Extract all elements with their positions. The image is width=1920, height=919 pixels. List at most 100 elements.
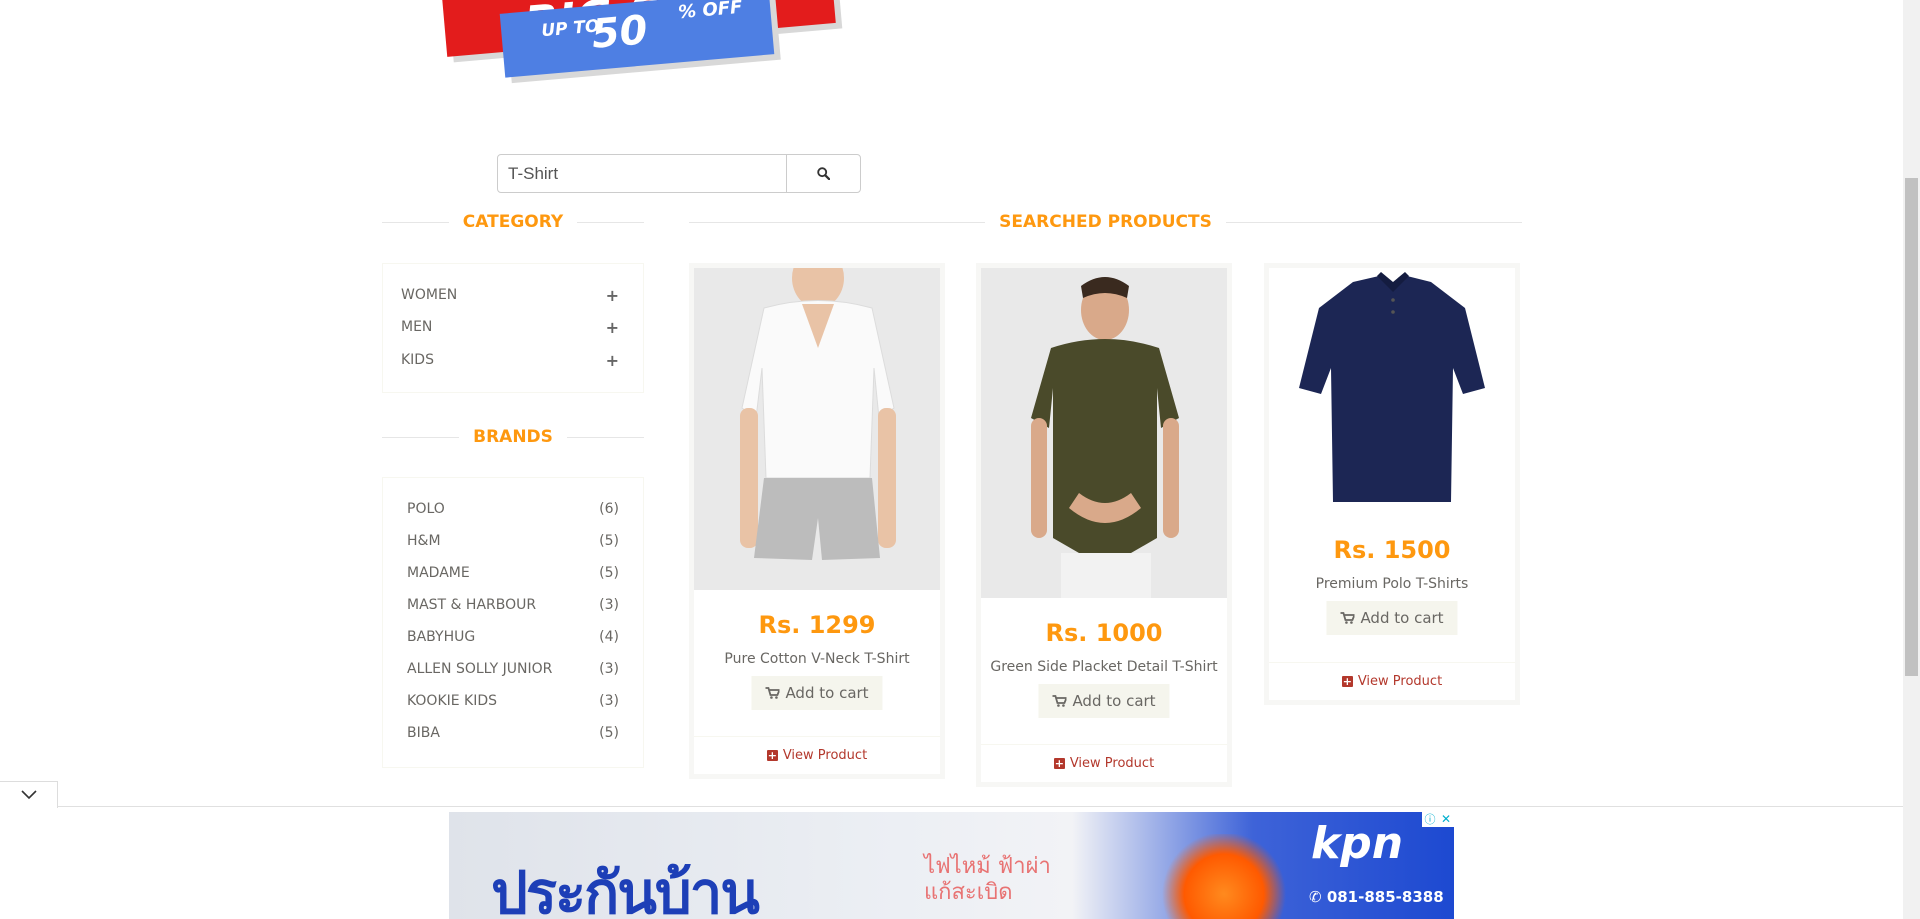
divider [577, 221, 644, 223]
product-image-green-shirt [981, 268, 1227, 598]
sale-percent-off: % OFF [677, 0, 744, 24]
brand-count: (3) [599, 693, 619, 709]
add-to-cart-button[interactable]: Add to cart [1038, 684, 1170, 718]
brand-label[interactable]: MADAME [407, 565, 470, 581]
divider [382, 221, 449, 223]
brand-item[interactable]: BABYHUG (4) [407, 627, 619, 647]
brands-title-row: BRANDS [382, 425, 645, 449]
brand-item[interactable]: BIBA (5) [407, 723, 619, 743]
product-image[interactable] [694, 268, 940, 590]
products-title: SEARCHED PRODUCTS [999, 212, 1212, 232]
plus-square-icon: + [1341, 675, 1353, 688]
brands-title: BRANDS [473, 427, 553, 447]
ad-close-icon[interactable]: ✕ [1438, 812, 1454, 827]
category-item-kids[interactable]: KIDS + [401, 350, 619, 370]
brand-count: (5) [599, 565, 619, 581]
brand-label[interactable]: MAST & HARBOUR [407, 597, 536, 613]
ad-logo: kpn [1311, 818, 1404, 869]
brand-count: (6) [599, 501, 619, 517]
shopping-cart-icon [1340, 612, 1355, 624]
sale-discount: 50 [589, 7, 650, 58]
view-product-link[interactable]: + View Product [1269, 662, 1515, 700]
add-to-cart-label: Add to cart [785, 684, 869, 702]
product-image-polo [1269, 268, 1515, 516]
brand-label[interactable]: H&M [407, 533, 441, 549]
brand-count: (4) [599, 629, 619, 645]
brand-label[interactable]: ALLEN SOLLY JUNIOR [407, 661, 552, 677]
product-price: Rs. 1299 [758, 611, 876, 639]
add-to-cart-button[interactable]: Add to cart [751, 676, 883, 710]
ad-info-icon[interactable]: ⓘ [1422, 812, 1438, 827]
ad-subheadline: ไฟไหม้ ฟ้าผ่า แก้สะเบิด [924, 854, 1051, 906]
plus-square-icon: + [1053, 757, 1065, 770]
sale-banner[interactable]: BIG SALE UP TO 50 % OFF [436, 0, 836, 92]
add-to-cart-label: Add to cart [1072, 692, 1156, 710]
product-image[interactable] [981, 268, 1227, 598]
shopping-cart-icon [1052, 695, 1067, 707]
brand-label[interactable]: BIBA [407, 725, 440, 741]
add-to-cart-label: Add to cart [1360, 609, 1444, 627]
plus-square-icon: + [766, 749, 778, 762]
category-title: CATEGORY [462, 212, 564, 232]
plus-icon[interactable]: + [606, 351, 619, 370]
search-input[interactable] [497, 154, 787, 193]
plus-icon[interactable]: + [606, 286, 619, 305]
scrollbar[interactable] [1903, 0, 1920, 919]
category-panel: WOMEN + MEN + KIDS + [382, 263, 644, 393]
category-item-label: KIDS [401, 352, 434, 368]
category-item-men[interactable]: MEN + [401, 317, 619, 337]
view-product-link[interactable]: + View Product [981, 744, 1227, 782]
products-title-row: SEARCHED PRODUCTS [689, 210, 1522, 234]
brand-label[interactable]: KOOKIE KIDS [407, 693, 497, 709]
brand-label[interactable]: BABYHUG [407, 629, 475, 645]
ad-subheadline-line-1: ไฟไหม้ ฟ้าผ่า [924, 854, 1051, 879]
scrollbar-thumb[interactable] [1905, 178, 1918, 676]
advertisement[interactable]: ประกันบ้าน ไฟไหม้ ฟ้าผ่า แก้สะเบิด kpn ✆… [449, 812, 1454, 919]
divider [1225, 221, 1522, 223]
add-to-cart-button[interactable]: Add to cart [1326, 601, 1458, 635]
category-title-row: CATEGORY [382, 210, 644, 234]
product-card: Rs. 1000 Green Side Placket Detail T-Shi… [976, 263, 1232, 787]
shopping-cart-icon [765, 687, 780, 699]
brand-label[interactable]: POLO [407, 501, 445, 517]
page: BIG SALE UP TO 50 % OFF CATEGORY WOMEN +… [0, 0, 1920, 919]
sale-banner-blue: UP TO 50 % OFF [499, 0, 775, 78]
plus-icon[interactable]: + [606, 318, 619, 337]
product-image[interactable] [1269, 268, 1515, 516]
divider [566, 436, 645, 438]
brand-item[interactable]: MAST & HARBOUR (3) [407, 595, 619, 615]
brand-count: (3) [599, 661, 619, 677]
divider [689, 221, 986, 223]
product-name: Premium Polo T-Shirts [1315, 576, 1469, 592]
house-fire-image [1159, 834, 1289, 919]
brand-count: (5) [599, 725, 619, 741]
view-product-label: View Product [1069, 756, 1155, 771]
category-item-label: WOMEN [401, 287, 458, 303]
chevron-down-icon [20, 790, 37, 800]
phone-icon: ✆ [1309, 888, 1322, 906]
brand-item[interactable]: H&M (5) [407, 531, 619, 551]
ad-collapse-tab[interactable] [0, 781, 58, 808]
brand-count: (3) [599, 597, 619, 613]
category-item-label: MEN [401, 319, 433, 335]
product-name: Pure Cotton V-Neck T-Shirt [724, 651, 910, 667]
ad-subheadline-line-2: แก้สะเบิด [924, 880, 1013, 905]
view-product-label: View Product [782, 748, 868, 763]
brand-count: (5) [599, 533, 619, 549]
search-icon [817, 167, 830, 180]
ad-phone: ✆ 081-885-8388 [1309, 888, 1444, 906]
product-card: Rs. 1299 Pure Cotton V-Neck T-Shirt Add … [689, 263, 945, 779]
view-product-link[interactable]: + View Product [694, 736, 940, 774]
brand-item[interactable]: MADAME (5) [407, 563, 619, 583]
brand-item[interactable]: KOOKIE KIDS (3) [407, 691, 619, 711]
divider [382, 436, 460, 438]
product-card: Rs. 1500 Premium Polo T-Shirts Add to ca… [1264, 263, 1520, 705]
brand-item[interactable]: POLO (6) [407, 499, 619, 519]
view-product-label: View Product [1357, 674, 1443, 689]
product-image-vneck [694, 268, 940, 590]
ad-headline: ประกันบ้าน [491, 859, 760, 919]
product-price: Rs. 1000 [1045, 619, 1163, 647]
brand-item[interactable]: ALLEN SOLLY JUNIOR (3) [407, 659, 619, 679]
category-item-women[interactable]: WOMEN + [401, 285, 619, 305]
search-button[interactable] [786, 154, 861, 193]
